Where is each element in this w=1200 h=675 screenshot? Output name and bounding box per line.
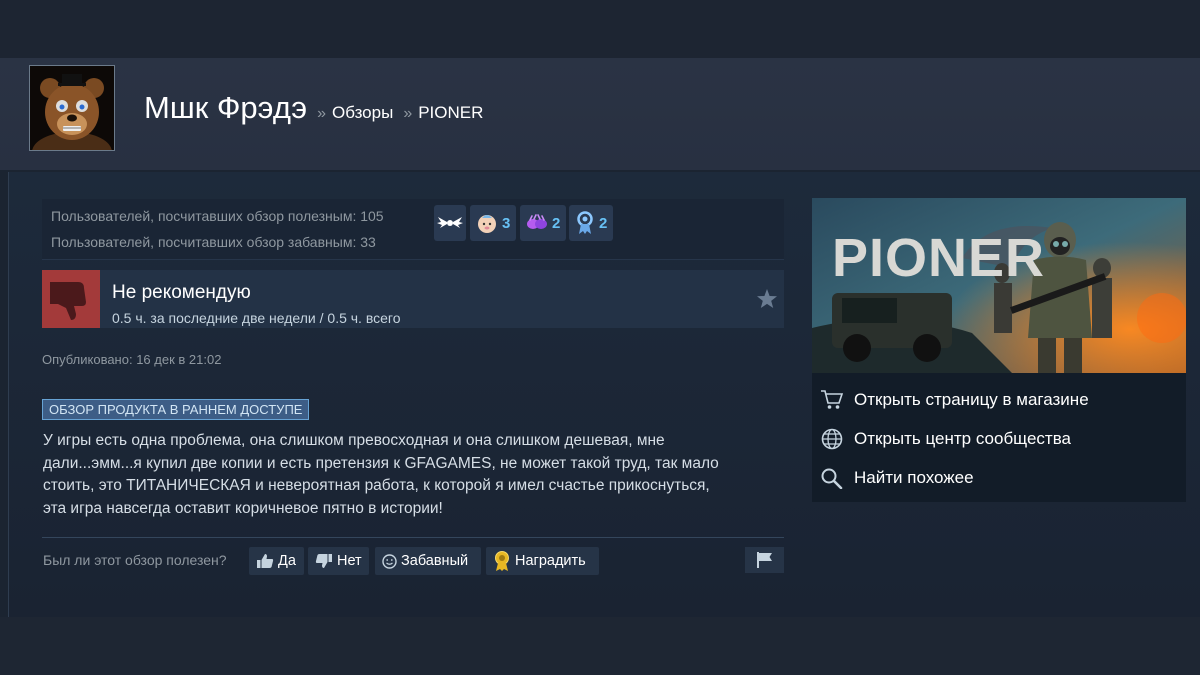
helpful-count-text: Пользователей, посчитавших обзор полезны… [51,208,384,224]
breadcrumb: Мшк Фрэдэ » Обзоры » PIONER [144,90,483,126]
breadcrumb-game-link[interactable]: PIONER [418,103,483,123]
award-medal-icon [495,551,509,571]
vote-no-label: Нет [337,553,362,569]
vote-yes-label: Да [278,553,296,569]
bear-avatar-image [30,66,114,150]
open-community-hub-label: Открыть центр сообщества [854,429,1072,448]
award-count: 2 [552,214,561,232]
breadcrumb-separator: » [317,105,326,122]
open-store-page-label: Открыть страницу в магазине [854,390,1089,409]
pioner-key-art: PIONER [812,198,1186,373]
favorite-star-button[interactable] [756,288,778,315]
purple-hands-award-icon [527,214,547,229]
thumbs-up-icon [257,554,274,568]
award-label: Наградить [515,553,586,569]
verdict-box: Не рекомендую 0.5 ч. за последние две не… [42,270,784,328]
vote-funny-label: Забавный [401,553,469,569]
cart-icon [821,390,844,409]
flag-icon [756,552,772,568]
review-text-line: У игры есть одна проблема, она слишком п… [43,432,665,449]
award-baby[interactable]: 3 [470,205,517,241]
baby-face-award-icon [478,215,496,233]
vote-no-button[interactable]: Нет [308,547,369,575]
open-community-hub-link[interactable]: Открыть центр сообщества [820,428,1071,450]
username-link[interactable]: Мшк Фрэдэ [144,90,307,126]
award-button[interactable]: Наградить [486,547,599,575]
review-stats-box: Пользователей, посчитавших обзор полезны… [42,199,784,260]
find-similar-label: Найти похожее [854,468,974,487]
early-access-badge: ОБЗОР ПРОДУКТА В РАННЕМ ДОСТУПЕ [42,399,310,420]
review-text-line: эта игра навсегда оставит коричневое пят… [43,499,443,517]
star-icon [757,289,777,308]
thumbs-down-icon [50,282,86,320]
breadcrumb-separator: » [403,105,413,122]
find-similar-link[interactable]: Найти похожее [820,467,974,489]
open-store-page-link[interactable]: Открыть страницу в магазине [820,389,1089,411]
review-text: У игры есть одна проблема, она слишком п… [43,430,783,520]
thumbs-down-icon [315,554,332,568]
thumbs-down-badge [42,270,100,328]
review-text-line: дали...эмм...я купил две копии и есть пр… [43,454,719,472]
ribbon-medal-award-icon [577,211,593,234]
game-capsule-image[interactable]: PIONER [812,198,1186,373]
vote-funny-button[interactable]: Забавный [375,547,481,575]
review-text-line: стоить, это ТИТАНИЧЕСКАЯ и невероятная р… [43,477,710,494]
award-count: 2 [599,214,608,232]
bottom-band [0,617,1200,675]
search-icon [821,468,843,489]
award-count: 3 [502,214,511,232]
wings-award-icon [437,217,463,228]
award-hands[interactable]: 2 [520,205,567,241]
game-panel: PIONER Открыть страницу в магазине Откры… [812,198,1186,502]
game-logo: PIONER [832,228,1045,288]
vote-yes-button[interactable]: Да [249,547,304,575]
smiley-icon [382,553,397,569]
divider [42,537,784,538]
globe-icon [821,428,843,450]
award-wings[interactable] [434,205,466,241]
award-medal[interactable]: 2 [569,205,614,241]
avatar[interactable] [29,65,115,151]
breadcrumb-reviews-link[interactable]: Обзоры [332,103,393,123]
playtime-text: 0.5 ч. за последние две недели / 0.5 ч. … [112,310,401,326]
funny-count-text: Пользователей, посчитавших обзор забавны… [51,234,376,250]
posted-date: Опубликовано: 16 дек в 21:02 [42,352,222,367]
verdict-title: Не рекомендую [112,282,251,303]
helpful-question: Был ли этот обзор полезен? [43,552,227,568]
report-flag-button[interactable] [745,547,784,573]
top-band [0,0,1200,58]
